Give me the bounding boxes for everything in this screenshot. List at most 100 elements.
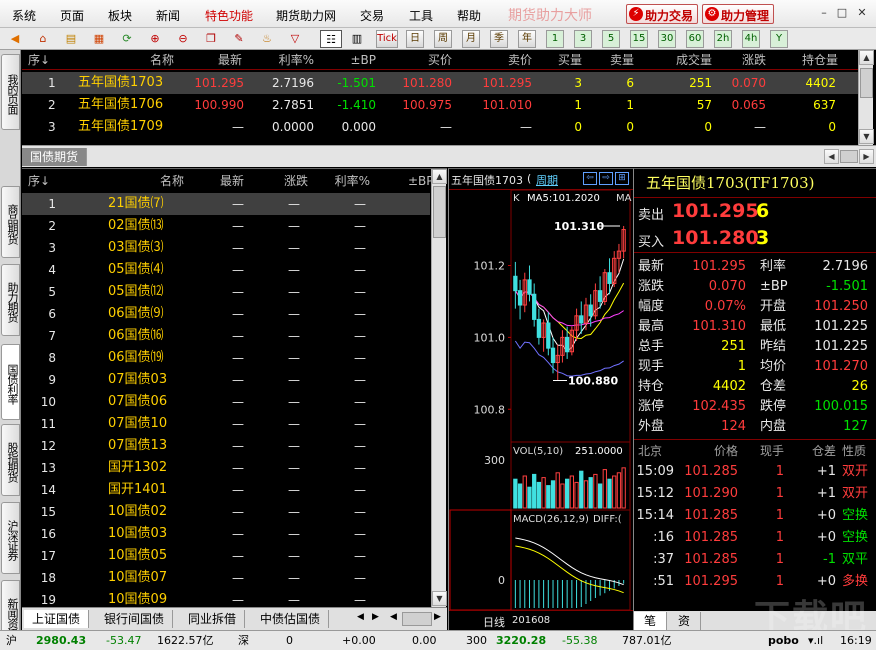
home-icon[interactable]: ⌂ [34, 30, 52, 48]
tab-ticks[interactable]: 笔 [634, 612, 668, 630]
menu-futures-web[interactable]: 期货助力网 [276, 7, 336, 24]
table-row[interactable]: 3 03国债⑶ — — — [22, 237, 430, 259]
period-y[interactable]: Y [770, 30, 788, 48]
restore-button[interactable]: □ [834, 5, 850, 21]
col-name[interactable]: 名称 [142, 171, 202, 191]
table-row[interactable]: 5 05国债⑿ — — — [22, 281, 430, 303]
tab-bond-futures[interactable]: 国债期货 [22, 148, 88, 166]
col-volume[interactable]: 成交量 [652, 50, 712, 70]
zoom-in-icon[interactable]: ⊕ [146, 30, 164, 48]
col-bp[interactable]: ±BP [322, 50, 376, 70]
trade-button[interactable]: ⚡ 助力交易 [626, 4, 699, 24]
table-row[interactable]: 16 10国债03 — — — [22, 523, 430, 545]
chart-expand-icon[interactable]: ⊞ [615, 172, 629, 185]
window-icon[interactable]: ❐ [202, 30, 220, 48]
table-row[interactable]: 14 国开1401 — — — [22, 479, 430, 501]
side-tab-my-page[interactable]: 我的页面 [1, 54, 20, 130]
period-60[interactable]: 60 [686, 30, 704, 48]
col-bid-vol[interactable]: 买量 [542, 50, 582, 70]
back-icon[interactable]: ◀ [6, 30, 24, 48]
col-rate[interactable]: 利率% [252, 50, 314, 70]
table-row[interactable]: 4 05国债⑷ — — — [22, 259, 430, 281]
col-ask[interactable]: 卖价 [472, 50, 532, 70]
sz-index[interactable]: 0 [286, 631, 293, 650]
col-change[interactable]: 涨跌 [722, 50, 766, 70]
scroll-down-icon[interactable]: ▼ [432, 591, 447, 606]
period-week[interactable]: 周 [434, 30, 452, 48]
futures-table-scrollbar[interactable]: ▲ ▼ [858, 50, 874, 145]
table-row[interactable]: 3 五年国债1709 — 0.0000 0.000 — — 0 0 0 — 0 [22, 116, 858, 138]
period-3[interactable]: 3 [574, 30, 592, 48]
scroll-up-icon[interactable]: ▲ [432, 169, 447, 184]
scroll-left-icon[interactable]: ◀ [824, 149, 839, 164]
table-row[interactable]: 2 02国债⒀ — — — [22, 215, 430, 237]
table-row[interactable]: 8 06国债⒆ — — — [22, 347, 430, 369]
menu-page[interactable]: 页面 [60, 7, 84, 24]
menu-sector[interactable]: 板块 [108, 7, 132, 24]
table-row[interactable]: 18 10国债07 — — — [22, 567, 430, 589]
period-15[interactable]: 15 [630, 30, 648, 48]
side-tab-bond-rate[interactable]: 国债利率 [1, 344, 20, 420]
table-row[interactable]: 13 国开1302 — — — [22, 457, 430, 479]
table-row[interactable]: 15 10国债02 — — — [22, 501, 430, 523]
c3-index[interactable]: 3220.28 [496, 631, 546, 650]
tab-left-icon[interactable]: ◀ [357, 612, 364, 622]
menu-help[interactable]: 帮助 [457, 7, 481, 24]
sell-price[interactable]: 101.295 [672, 200, 759, 222]
col-rate[interactable]: 利率% [322, 171, 370, 191]
col-ask-vol[interactable]: 卖量 [594, 50, 634, 70]
side-tab-index[interactable]: 股指期货 [1, 424, 20, 496]
close-button[interactable]: ✕ [854, 5, 870, 21]
bond-list-scrollbar[interactable]: ▲ ▼ [431, 169, 447, 607]
scroll-down-icon[interactable]: ▼ [859, 129, 874, 144]
table-view-icon[interactable]: ☷ [320, 30, 342, 48]
tab-right-icon[interactable]: ▶ [372, 612, 379, 622]
manage-button[interactable]: ⚙ 助力管理 [702, 4, 775, 24]
h-scroll-right-icon[interactable]: ▶ [434, 612, 441, 622]
scroll-up-icon[interactable]: ▲ [859, 50, 874, 65]
menu-trade[interactable]: 交易 [360, 7, 384, 24]
minimize-button[interactable]: – [816, 5, 832, 21]
tab-interbank-lending[interactable]: 同业拆借 [180, 610, 246, 628]
col-seq[interactable]: 序↓ [28, 171, 50, 191]
side-tab-commodity[interactable]: 商品期货 [1, 186, 20, 258]
refresh-icon[interactable]: ⟳ [118, 30, 136, 48]
period-month[interactable]: 月 [462, 30, 480, 48]
table-row[interactable]: 6 06国债⑼ — — — [22, 303, 430, 325]
buy-price[interactable]: 101.280 [672, 227, 759, 249]
col-change[interactable]: 涨跌 [262, 171, 308, 191]
period-5[interactable]: 5 [602, 30, 620, 48]
chart-next-icon[interactable]: ⇨ [599, 172, 613, 185]
table-row[interactable]: 10 07国债06 — — — [22, 391, 430, 413]
menu-special[interactable]: 特色功能 [205, 7, 253, 24]
tab-interbank-bonds[interactable]: 银行间国债 [96, 610, 174, 628]
col-bp[interactable]: ±BP [408, 171, 434, 191]
tab-sh-bonds[interactable]: 上证国债 [24, 610, 90, 628]
period-2h[interactable]: 2h [714, 30, 732, 48]
col-seq[interactable]: 序↓ [28, 50, 50, 70]
col-bid[interactable]: 买价 [392, 50, 452, 70]
layers-icon[interactable]: ▤ [62, 30, 80, 48]
chart-view-icon[interactable]: ▥ [348, 30, 366, 48]
period-link[interactable]: 周期 [536, 172, 558, 188]
menu-news[interactable]: 新闻 [156, 7, 180, 24]
period-1[interactable]: 1 [546, 30, 564, 48]
menu-tools[interactable]: 工具 [409, 7, 433, 24]
tick-button[interactable]: Tick [376, 30, 398, 48]
side-tab-securities[interactable]: 沪深证券 [1, 502, 20, 574]
tab-cb-valuation[interactable]: 中债估国债 [252, 610, 330, 628]
table-row[interactable]: 11 07国债10 — — — [22, 413, 430, 435]
scroll-right-icon[interactable]: ▶ [859, 149, 874, 164]
period-day[interactable]: 日 [406, 30, 424, 48]
period-4h[interactable]: 4h [742, 30, 760, 48]
col-last[interactable]: 最新 [182, 50, 242, 70]
table-row[interactable]: 1 21国债⑺ — — — [22, 193, 430, 215]
col-last[interactable]: 最新 [202, 171, 244, 191]
table-row[interactable]: 9 07国债03 — — — [22, 369, 430, 391]
tab-funds[interactable]: 资 [668, 612, 702, 630]
report-icon[interactable]: ▦ [90, 30, 108, 48]
h-scroll-thumb[interactable] [402, 612, 432, 626]
scroll-thumb[interactable] [860, 68, 873, 98]
table-row[interactable]: 17 10国债05 — — — [22, 545, 430, 567]
h-scroll-left-icon[interactable]: ◀ [390, 612, 397, 622]
